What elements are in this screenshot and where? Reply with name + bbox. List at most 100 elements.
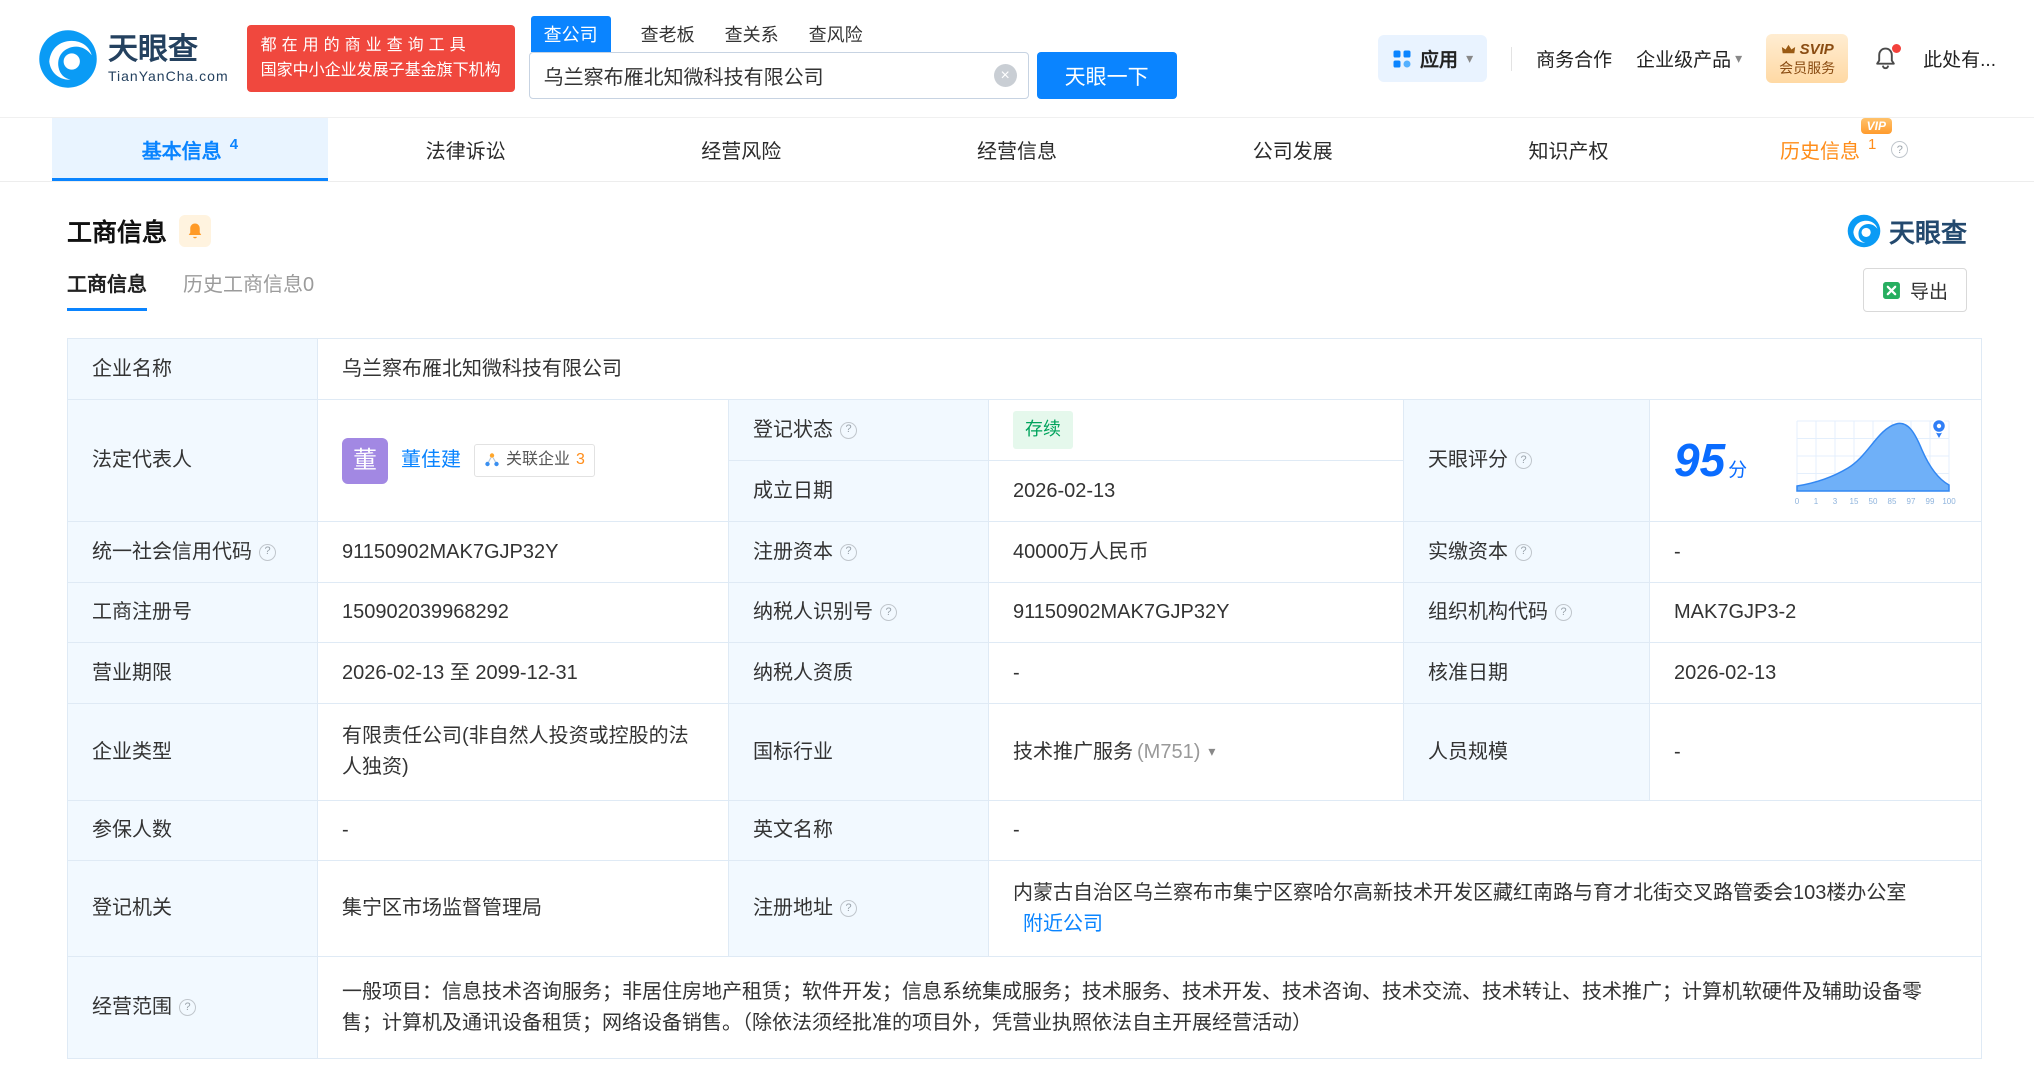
help-icon[interactable] [1555, 604, 1572, 621]
help-icon[interactable] [1515, 452, 1532, 469]
field-value-paid-capital: - [1650, 522, 1981, 582]
subtab-history-info[interactable]: 历史工商信息0 [183, 268, 314, 311]
tab-count: 4 [229, 136, 239, 153]
search-tab-risk[interactable]: 查风险 [809, 21, 863, 52]
field-value-reg-status: 存续 [989, 400, 1403, 460]
svg-text:99: 99 [1926, 497, 1935, 506]
header-right: 应用 商务合作 企业级产品 SVIP 会员服务 此处有... [1378, 33, 1996, 84]
tab-intellectual-property[interactable]: 知识产权 [1431, 118, 1707, 181]
table-row: 统一社会信用代码 91150902MAK7GJP32Y 注册资本 40000万人… [68, 522, 1981, 583]
divider [1511, 46, 1513, 71]
related-count: 3 [576, 451, 585, 469]
help-icon[interactable] [880, 604, 897, 621]
field-label-industry: 国标行业 [729, 704, 989, 800]
field-value-taxpayer-quali: - [989, 643, 1404, 703]
table-row: 工商注册号 150902039968292 纳税人识别号 91150902MAK… [68, 583, 1981, 643]
field-value-english-name: - [989, 801, 1981, 860]
chevron-down-icon[interactable] [1208, 741, 1215, 763]
field-value-insured: - [318, 801, 729, 860]
help-icon[interactable] [840, 900, 857, 917]
search-input[interactable] [528, 52, 1029, 99]
related-companies-tag[interactable]: 关联企业 3 [474, 444, 595, 477]
legal-rep-name-link[interactable]: 董佳建 [401, 445, 461, 476]
subtab-current-info[interactable]: 工商信息 [67, 268, 147, 311]
tianyancha-logo-icon [39, 29, 97, 88]
tab-operating-info[interactable]: 经营信息 [879, 118, 1155, 181]
user-menu[interactable]: 此处有... [1923, 45, 1996, 72]
help-icon[interactable] [840, 543, 857, 561]
search-tab-boss[interactable]: 查老板 [641, 21, 695, 52]
tianyancha-logo[interactable]: 天眼查 TianYanCha.com [38, 29, 229, 89]
tab-basic-info[interactable]: 基本信息 4 [52, 118, 328, 181]
notifications-button[interactable] [1872, 44, 1902, 72]
help-icon[interactable] [840, 421, 857, 439]
field-value-reg-number: 150902039968292 [318, 583, 729, 642]
search-tabs: 查公司 查老板 查关系 查风险 [529, 16, 1177, 52]
watermark-logo: 天眼查 [1847, 213, 1967, 250]
field-label-approval-date: 核准日期 [1404, 643, 1650, 703]
table-row: 企业类型 有限责任公司(非自然人投资或控股的法人独资) 国标行业 技术推广服务 … [68, 704, 1981, 801]
table-row: 登记机关 集宁区市场监督管理局 注册地址 内蒙古自治区乌兰察布市集宁区察哈尔高新… [68, 861, 1981, 957]
brand-domain: TianYanCha.com [108, 67, 229, 84]
help-icon[interactable] [179, 999, 196, 1016]
svip-sublabel: 会员服务 [1779, 60, 1836, 77]
svip-membership-badge[interactable]: SVIP 会员服务 [1766, 33, 1849, 84]
enterprise-products-link[interactable]: 企业级产品 [1636, 45, 1742, 72]
business-info-subtabs: 工商信息 历史工商信息0 导出 [67, 268, 1967, 316]
search-tab-relation[interactable]: 查关系 [725, 21, 779, 52]
svg-text:15: 15 [1850, 497, 1859, 506]
export-button[interactable]: 导出 [1862, 268, 1967, 312]
score-unit: 分 [1728, 459, 1748, 481]
svip-label: SVIP [1799, 40, 1834, 58]
field-label-english-name: 英文名称 [729, 801, 989, 860]
monitor-bell-button[interactable] [179, 215, 212, 247]
svg-text:0: 0 [1795, 497, 1800, 506]
table-row: 法定代表人 董 董佳建 关联企业 3 登记状态 存续 [68, 400, 1981, 522]
legal-rep-avatar[interactable]: 董 [342, 437, 388, 484]
tab-legal-proceedings[interactable]: 法律诉讼 [328, 118, 604, 181]
tab-company-development[interactable]: 公司发展 [1155, 118, 1431, 181]
search-button[interactable]: 天眼一下 [1036, 52, 1177, 99]
chevron-down-icon [1466, 50, 1473, 67]
search-area: 查公司 查老板 查关系 查风险 × 天眼一下 [528, 16, 1177, 99]
svg-text:1: 1 [1814, 497, 1819, 506]
table-row: 企业名称 乌兰察布雁北知微科技有限公司 [68, 339, 1981, 400]
field-value-business-term: 2026-02-13 至 2099-12-31 [318, 643, 729, 703]
help-icon[interactable] [259, 543, 276, 561]
tab-operating-risk[interactable]: 经营风险 [603, 118, 879, 181]
field-label-score: 天眼评分 [1404, 400, 1650, 521]
field-label-taxpayer-id: 纳税人识别号 [729, 583, 989, 642]
chevron-down-icon [1735, 50, 1742, 67]
apps-menu-button[interactable]: 应用 [1378, 35, 1488, 82]
field-value-credit-code: 91150902MAK7GJP32Y [318, 522, 729, 582]
relation-icon [485, 453, 499, 467]
field-label-reg-authority: 登记机关 [68, 861, 318, 956]
vip-badge: VIP [1860, 118, 1892, 134]
excel-icon [1883, 281, 1900, 299]
search-tab-company[interactable]: 查公司 [530, 16, 611, 52]
field-label-reg-status: 登记状态 [729, 400, 989, 460]
score-pin-icon [1931, 418, 1947, 438]
tab-history-info[interactable]: 历史信息 VIP 1 [1706, 118, 1982, 181]
slogan-line1: 都在用的商业查询工具 [260, 36, 471, 54]
business-cooperation-link[interactable]: 商务合作 [1536, 45, 1612, 72]
field-label-legal-rep: 法定代表人 [68, 400, 318, 521]
help-icon[interactable] [1515, 543, 1532, 561]
crown-icon [1781, 44, 1795, 54]
svg-text:100: 100 [1942, 497, 1956, 506]
field-label-company-name: 企业名称 [68, 339, 318, 399]
bell-icon [188, 223, 202, 239]
field-label-establish-date: 成立日期 [729, 461, 989, 521]
clear-search-icon[interactable]: × [993, 64, 1017, 87]
watermark-text: 天眼查 [1888, 217, 1967, 248]
field-label-business-term: 营业期限 [68, 643, 318, 703]
field-value-industry: 技术推广服务 (M751) [989, 704, 1404, 800]
nearby-companies-link[interactable]: 附近公司 [1023, 913, 1103, 935]
section-header: 工商信息 天眼查 [67, 210, 1967, 252]
help-icon[interactable] [1891, 141, 1909, 158]
field-value-staff-size: - [1650, 704, 1981, 800]
field-label-staff-size: 人员规模 [1404, 704, 1650, 800]
field-value-score: 95 分 0 1 3 15 50 85 97 99 100 [1650, 400, 1981, 521]
field-value-taxpayer-id: 91150902MAK7GJP32Y [989, 583, 1404, 642]
notification-dot [1892, 44, 1902, 53]
